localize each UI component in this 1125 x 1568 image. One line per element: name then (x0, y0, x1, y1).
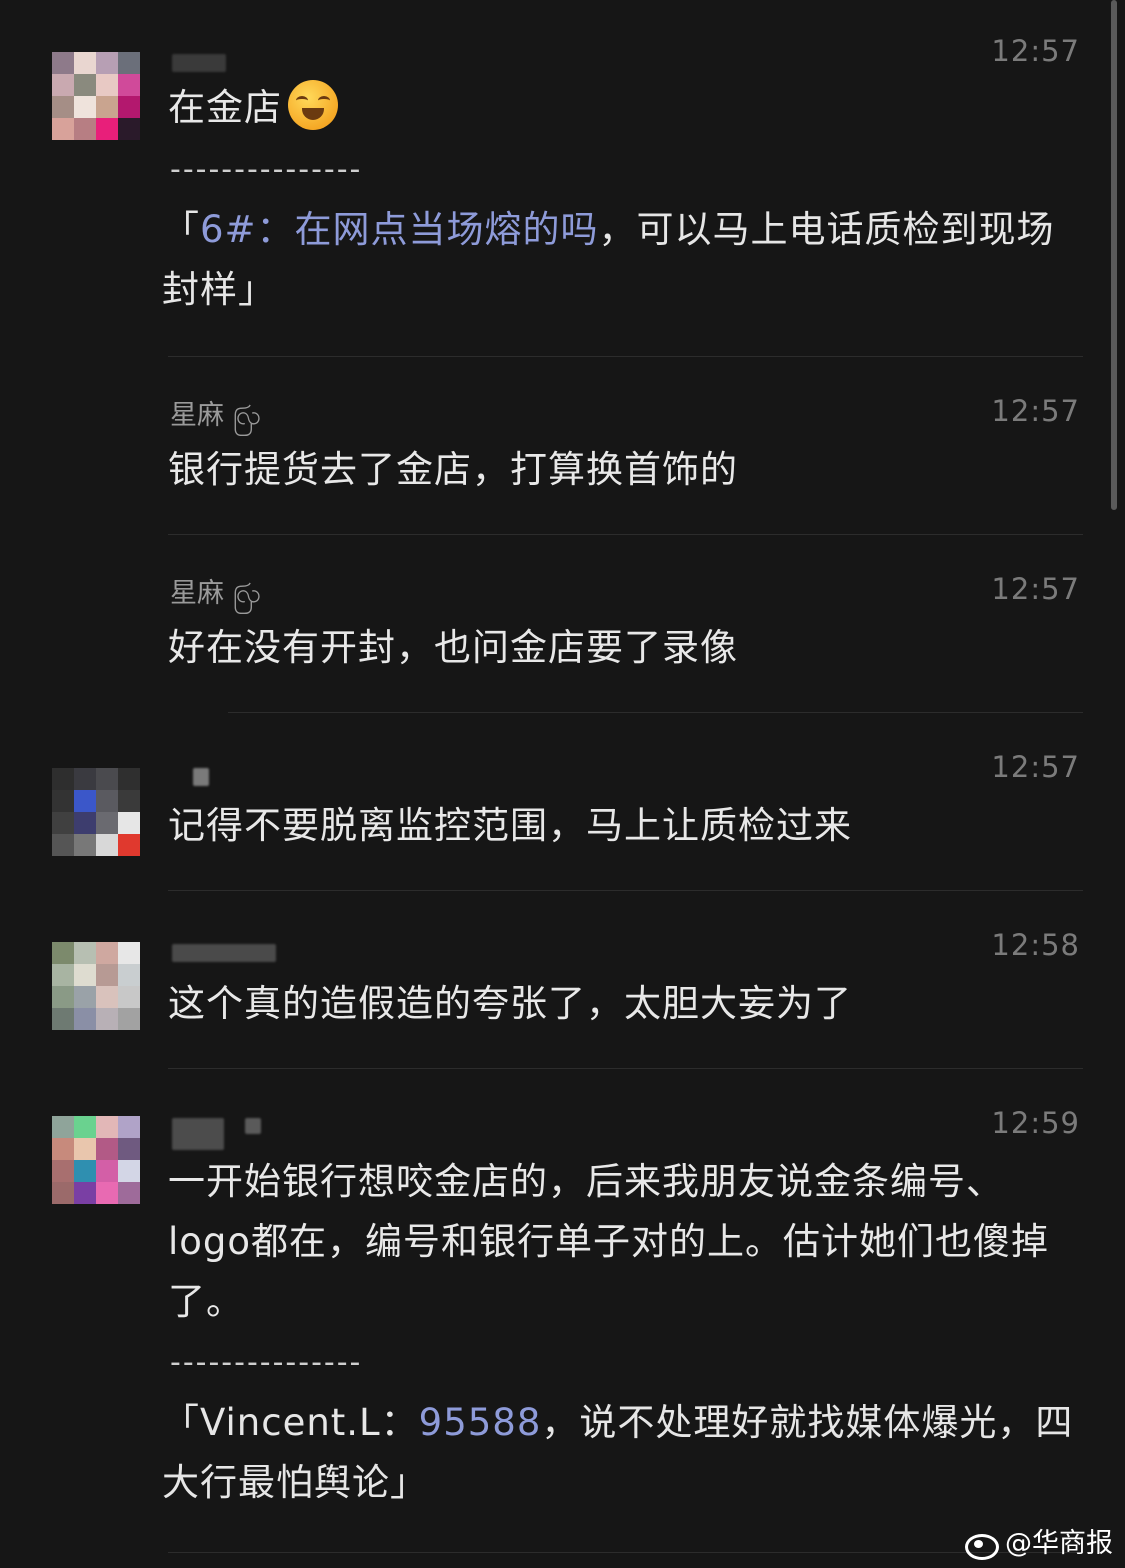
username-suffix: ꩺ (232, 400, 262, 431)
weibo-icon (963, 1526, 999, 1560)
message-time: 12:59 (991, 1106, 1080, 1140)
avatar[interactable] (52, 1116, 140, 1204)
chat-feed: 12:57 在金店 --------------- 「6#：在网点当场熔的吗，可… (0, 0, 1125, 1568)
divider (228, 712, 1083, 713)
scrollbar[interactable] (1111, 0, 1117, 510)
divider (168, 890, 1083, 891)
divider (168, 356, 1083, 357)
quote-separator: --------------- (170, 152, 363, 187)
message-time: 12:58 (991, 928, 1080, 962)
quote-author: 6#：在网点当场熔的吗 (200, 208, 599, 251)
divider (168, 534, 1083, 535)
laughing-crying-emoji-icon (288, 80, 338, 130)
quote-separator: --------------- (170, 1345, 363, 1380)
username[interactable]: 星麻 ꩺ (170, 571, 261, 616)
message-time: 12:57 (991, 572, 1080, 606)
phone-number-link[interactable]: 95588 (419, 1401, 542, 1444)
message-text: 在金店 (168, 78, 1078, 138)
divider (168, 1552, 1083, 1553)
avatar[interactable] (52, 942, 140, 1030)
message-text: 银行提货去了金店，打算换首饰的 (168, 448, 738, 491)
quote-open-bracket: 「 (162, 1401, 200, 1444)
username-redacted (172, 1118, 224, 1150)
message-time: 12:57 (991, 750, 1080, 784)
quote-open-bracket: 「 (162, 208, 200, 251)
username-redacted (172, 54, 226, 72)
watermark-text: @华商报 (1005, 1528, 1113, 1559)
quoted-message[interactable]: 「6#：在网点当场熔的吗，可以马上电话质检到现场封样」 (162, 200, 1082, 320)
username[interactable]: 星麻 ꩺ (170, 393, 261, 438)
username-suffix: ꩺ (232, 578, 262, 609)
message-time: 12:57 (991, 34, 1080, 68)
message-text: 这个真的造假造的夸张了，太胆大妄为了 (168, 982, 852, 1025)
username-redacted (193, 768, 209, 786)
watermark: @华商报 (963, 1521, 1113, 1560)
quoted-message[interactable]: 「Vincent.L：95588，说不处理好就找媒体爆光，四大行最怕舆论」 (162, 1393, 1082, 1513)
message-text: 好在没有开封，也问金店要了录像 (168, 626, 738, 669)
message-time: 12:57 (991, 394, 1080, 428)
username-text: 星麻 (170, 578, 224, 609)
message-body: 在金店 (168, 86, 282, 129)
username-redacted (172, 944, 276, 962)
username-redacted (245, 1118, 261, 1134)
message-text: 记得不要脱离监控范围，马上让质检过来 (168, 804, 852, 847)
divider (168, 1068, 1083, 1069)
message-text: 一开始银行想咬金店的，后来我朋友说金条编号、logo都在，编号和银行单子对的上。… (168, 1160, 1050, 1323)
avatar[interactable] (52, 52, 140, 140)
avatar[interactable] (52, 768, 140, 856)
quote-author: Vincent.L： (200, 1401, 419, 1444)
username-text: 星麻 (170, 400, 224, 431)
